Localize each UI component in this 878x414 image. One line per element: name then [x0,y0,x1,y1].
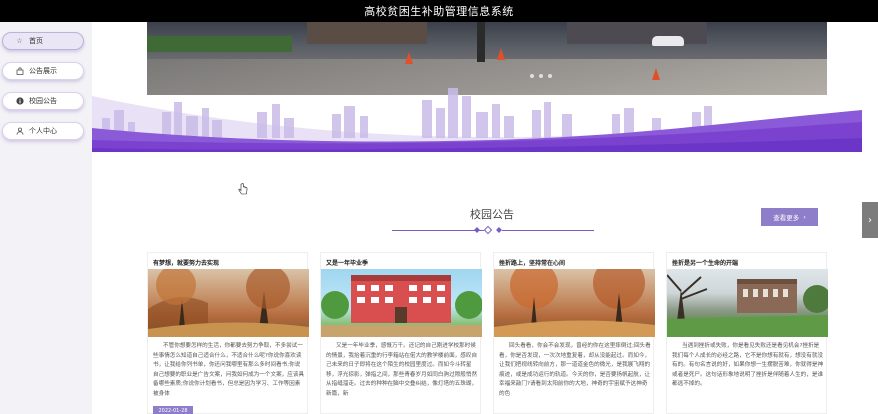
announcement-card[interactable]: 挫折是另一个生命的开端 当遇到挫折或失败，你是看见失败还是看见机会?挫折是我们每… [666,252,828,414]
sidebar-item-label: 个人中心 [29,127,57,135]
sidebar-item-personal-center[interactable]: 个人中心 [2,122,84,140]
chevron-right-icon: › [868,214,872,226]
carousel-dot[interactable] [548,74,552,78]
app-title-bar: 高校贫困生补助管理信息系统 [0,0,878,22]
section-title: 校园公告 [470,208,514,221]
card-title: 挫折是另一个生命的开端 [672,260,739,267]
banner-grass [147,36,292,52]
carousel-dot[interactable] [530,74,534,78]
main-content: 校园公告 查看更多 › 有梦想，就要努力去实现 不管你想要怎样的生活，你都要去努… [92,22,862,414]
card-image [494,269,655,337]
user-icon [15,127,24,136]
sidebar-item-label: 首页 [29,37,43,45]
banner-pole [477,22,485,62]
bag-icon [15,67,24,76]
announcement-card[interactable]: 又是一年毕业季 又是一年毕业季，感慨万千。还记的自己刚进学校那时候的情景，我抬着… [320,252,482,414]
sidebar-item-campus-announcement[interactable]: 校园公告 [2,92,84,110]
title-divider [502,230,594,231]
info-icon [15,97,24,106]
banner-car [652,36,684,46]
sidebar-item-label: 校园公告 [29,97,57,105]
card-title: 又是一年毕业季 [326,260,369,267]
mouse-cursor-icon [238,183,248,198]
announcement-card[interactable]: 挫折路上，坚持常在心间 回头看看，你会不会发现，曾经的你在这里摔倒过;回头看看，… [493,252,655,414]
view-more-label: 查看更多 [773,214,800,222]
card-text: 回头看看，你会不会发现，曾经的你在这里摔倒过;回头看看，你是否发现，一次次地重复… [499,343,651,397]
sidebar: ☆ 首页 公告展示 校园公告 个人中心 [0,22,92,414]
side-collapse-tab[interactable]: › [862,202,878,238]
announcement-card[interactable]: 有梦想，就要努力去实现 不管你想要怎样的生活，你都要去努力争取，不多尝试一些事情… [147,252,309,414]
diamond-icon [496,227,502,233]
card-title: 有梦想，就要努力去实现 [153,260,220,267]
carousel-indicators[interactable] [530,74,552,78]
card-image [667,269,828,337]
carousel-dot[interactable] [539,74,543,78]
banner-building [567,22,707,44]
view-more-button[interactable]: 查看更多 › [761,208,818,226]
title-divider [392,230,484,231]
card-date: 2022-01-28 [153,406,193,414]
card-text: 又是一年毕业季，感慨万千。还记的自己刚进学校那时候的情景，我抬着沉重的行李箱站在… [326,343,478,397]
card-image [321,269,482,337]
cone-icon [497,48,505,60]
star-icon: ☆ [16,37,23,45]
chevron-right-icon: › [803,213,806,221]
card-image [148,269,309,337]
banner-building [307,22,427,44]
sidebar-item-home[interactable]: ☆ 首页 [2,32,84,50]
card-text: 不管你想要怎样的生活，你都要去努力争取，不多尝试一些事情怎么知道自己适合什么，不… [153,343,305,397]
sidebar-item-announcement-display[interactable]: 公告展示 [2,62,84,80]
card-title: 挫折路上，坚持常在心间 [499,260,566,267]
sidebar-item-label: 公告展示 [29,67,57,75]
card-text: 当遇到挫折或失败，你是看见失败还是看见机会?挫折是我们每个人成长的必经之路，它不… [672,343,824,387]
cone-icon [652,68,660,80]
city-skyline-decoration [92,88,862,162]
cone-icon [405,52,413,64]
app-title: 高校贫困生补助管理信息系统 [364,5,514,18]
diamond-icon [474,227,480,233]
diamond-icon [483,225,493,235]
